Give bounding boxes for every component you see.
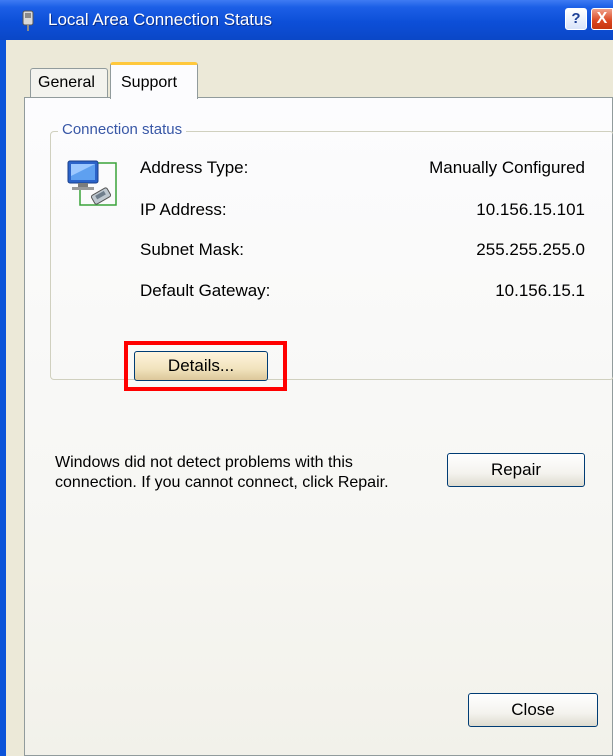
- tab-support[interactable]: Support: [110, 62, 198, 99]
- title-close-button[interactable]: X: [591, 8, 613, 30]
- network-computer-icon: [67, 160, 117, 206]
- details-button[interactable]: Details...: [134, 351, 268, 381]
- ip-address-value: 10.156.15.101: [476, 200, 585, 219]
- help-button[interactable]: ?: [565, 8, 587, 30]
- address-type-label: Address Type:: [140, 158, 249, 177]
- default-gateway-label: Default Gateway:: [140, 281, 271, 300]
- address-type-value: Manually Configured: [429, 158, 585, 177]
- window-title: Local Area Connection Status: [48, 10, 272, 29]
- subnet-mask-label: Subnet Mask:: [140, 240, 244, 259]
- dialog-client-area: General Support Connection status Addres…: [6, 40, 613, 756]
- dialog-window: Local Area Connection Status ? X General…: [0, 0, 613, 756]
- connection-status-label: Connection status: [58, 121, 187, 138]
- ip-address-label: IP Address:: [140, 200, 227, 219]
- support-tab-panel: Connection status Address Type: Manually…: [24, 97, 613, 756]
- diagnostic-message: Windows did not detect problems with thi…: [55, 454, 389, 491]
- default-gateway-value: 10.156.15.1: [495, 281, 585, 300]
- network-connection-icon: [22, 10, 34, 31]
- subnet-mask-value: 255.255.255.0: [476, 240, 585, 259]
- repair-button[interactable]: Repair: [447, 453, 585, 487]
- tab-general[interactable]: General: [30, 68, 108, 98]
- close-button[interactable]: Close: [468, 693, 598, 727]
- title-bar[interactable]: Local Area Connection Status ? X: [0, 0, 613, 40]
